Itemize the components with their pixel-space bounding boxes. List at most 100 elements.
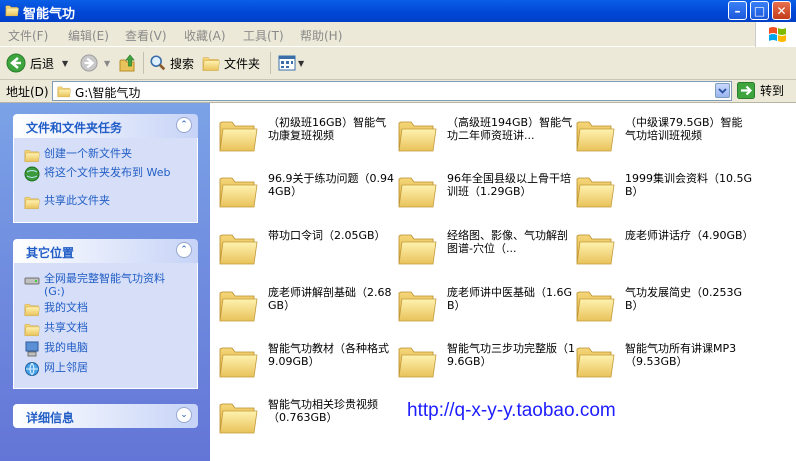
place-my-computer-label: 我的电脑 [44, 341, 88, 354]
folder-label: 智能气功所有讲课MP3（9.53GB） [625, 342, 737, 368]
views-button[interactable]: ▼ [278, 52, 304, 74]
folders-button[interactable]: 文件夹 [202, 52, 260, 74]
window-title: 智能气功 [23, 7, 76, 22]
folder-label: （高级班194GB）智能气功二年师资班讲... [447, 116, 573, 142]
address-label: 地址(D) [6, 85, 49, 99]
back-dropdown-icon[interactable]: ▼ [62, 59, 68, 68]
folder-icon [575, 227, 615, 267]
folder-item[interactable]: 带功口令词（2.05GB） [218, 224, 396, 280]
folder-label: 带功口令词（2.05GB） [268, 229, 386, 242]
folder-label: 96.9关于练功问题（0.944GB） [268, 172, 394, 198]
my-documents-icon [24, 301, 40, 317]
menu-favorites[interactable]: 收藏(A) [184, 27, 226, 44]
folders-label: 文件夹 [224, 56, 261, 71]
place-shared-documents[interactable]: 共享文档 [24, 321, 88, 337]
tasks-panel: 创建一个新文件夹 将这个文件夹发布到 Web 共享此文件夹 [13, 138, 198, 223]
globe-icon [24, 166, 40, 182]
new-folder-icon [24, 147, 40, 163]
folder-icon [4, 3, 20, 17]
toolbar-separator [270, 52, 271, 74]
folder-item[interactable]: 经络图、影像、气功解剖图谱-穴位（... [397, 224, 575, 280]
collapse-up-icon[interactable]: ⌃ [176, 117, 192, 133]
minimize-icon: – [734, 4, 741, 18]
place-network[interactable]: 网上邻居 [24, 361, 88, 377]
folder-label: 智能气功教材（各种格式9.09GB） [268, 342, 389, 368]
go-label: 转到 [760, 84, 785, 98]
place-my-documents[interactable]: 我的文档 [24, 301, 88, 317]
minimize-button[interactable]: – [728, 1, 747, 20]
menu-bar: 文件(F) 编辑(E) 查看(V) 收藏(A) 工具(T) 帮助(H) [0, 22, 796, 47]
menu-edit[interactable]: 编辑(E) [68, 27, 109, 44]
task-new-folder[interactable]: 创建一个新文件夹 [24, 147, 132, 163]
up-folder-button[interactable] [118, 52, 138, 74]
folder-label: 96年全国县级以上骨干培训班（1.29GB） [447, 172, 571, 198]
expand-down-icon[interactable]: ⌄ [176, 407, 192, 423]
folder-icon [218, 396, 258, 436]
close-icon: ✕ [776, 4, 787, 18]
folder-label: （初级班16GB）智能气功康复班视频 [268, 116, 387, 142]
task-share-folder-label: 共享此文件夹 [44, 194, 110, 207]
details-panel-title: 详细信息 [26, 411, 75, 425]
menu-help[interactable]: 帮助(H) [300, 27, 342, 44]
collapse-up-icon[interactable]: ⌃ [176, 242, 192, 258]
back-button[interactable]: 后退 ▼ [6, 52, 68, 74]
folder-item[interactable]: （中级课79.5GB）智能气功培训班视频 [575, 111, 753, 167]
folders-icon [202, 54, 220, 72]
task-publish-web[interactable]: 将这个文件夹发布到 Web [24, 166, 174, 182]
folder-label: 庞老师讲解剖基础（2.68GB） [268, 286, 392, 312]
search-icon [150, 55, 166, 71]
address-input[interactable]: G:\智能气功 [52, 81, 732, 101]
folder-icon [218, 284, 258, 324]
folder-label: 1999集训会资料（10.5GB） [625, 172, 753, 198]
maximize-button[interactable]: □ [750, 1, 769, 20]
places-panel-header[interactable]: 其它位置 ⌃ [13, 239, 198, 263]
task-share-folder[interactable]: 共享此文件夹 [24, 194, 110, 210]
folder-icon [218, 114, 258, 154]
place-drive-g[interactable]: 全网最完整智能气功资料 (G:) [24, 272, 174, 298]
folder-icon [575, 170, 615, 210]
address-bar: 地址(D) G:\智能气功 转到 [0, 80, 796, 103]
go-button[interactable]: 转到 [737, 82, 784, 99]
share-folder-icon [24, 194, 40, 210]
folder-item[interactable]: 气功发展简史（0.253GB） [575, 281, 753, 337]
folder-label: （中级课79.5GB）智能气功培训班视频 [625, 116, 743, 142]
tasks-panel-header[interactable]: 文件和文件夹任务 ⌃ [13, 114, 198, 138]
folder-item[interactable]: 96年全国县级以上骨干培训班（1.29GB） [397, 167, 575, 223]
details-panel-header[interactable]: 详细信息 ⌄ [13, 404, 198, 428]
address-dropdown-button[interactable] [715, 83, 730, 98]
watermark-url: http://q-x-y-y.taobao.com [407, 400, 616, 421]
folder-item[interactable]: 庞老师讲解剖基础（2.68GB） [218, 281, 396, 337]
folder-label: 庞老师讲中医基础（1.6GB） [447, 286, 573, 312]
place-network-label: 网上邻居 [44, 361, 88, 374]
folder-label: 智能气功三步功完整版（19.6GB） [447, 342, 575, 368]
folder-label: 气功发展简史（0.253GB） [625, 286, 743, 312]
drive-icon [24, 277, 40, 285]
folder-item[interactable]: 智能气功相关珍贵视频（0.763GB） [218, 393, 396, 449]
folder-item[interactable]: 96.9关于练功问题（0.944GB） [218, 167, 396, 223]
task-pane: 文件和文件夹任务 ⌃ 创建一个新文件夹 将这个文件夹发布到 Web 共享此文件夹… [0, 103, 210, 461]
folder-item[interactable]: 庞老师讲中医基础（1.6GB） [397, 281, 575, 337]
folder-label: 庞老师讲话疗（4.90GB） [625, 229, 754, 242]
folder-item[interactable]: 智能气功三步功完整版（19.6GB） [397, 337, 575, 393]
menu-view[interactable]: 查看(V) [125, 27, 167, 44]
places-panel-title: 其它位置 [26, 246, 75, 260]
menu-tools[interactable]: 工具(T) [243, 27, 284, 44]
folder-item[interactable]: 庞老师讲话疗（4.90GB） [575, 224, 754, 280]
forward-button[interactable]: ▼ [80, 52, 110, 74]
folder-item[interactable]: 智能气功所有讲课MP3（9.53GB） [575, 337, 753, 393]
task-publish-web-label: 将这个文件夹发布到 Web [44, 166, 171, 179]
folder-icon [575, 284, 615, 324]
folder-icon [397, 170, 437, 210]
place-my-computer[interactable]: 我的电脑 [24, 341, 88, 357]
folder-icon [397, 227, 437, 267]
toolbar: 后退 ▼ ▼ 搜索 文件夹 ▼ [0, 47, 796, 80]
folder-item[interactable]: （高级班194GB）智能气功二年师资班讲... [397, 111, 575, 167]
folder-item[interactable]: 智能气功教材（各种格式9.09GB） [218, 337, 396, 393]
folder-item[interactable]: （初级班16GB）智能气功康复班视频 [218, 111, 396, 167]
close-button[interactable]: ✕ [772, 1, 791, 20]
forward-dropdown-icon[interactable]: ▼ [104, 59, 110, 68]
menu-file[interactable]: 文件(F) [8, 27, 48, 44]
computer-icon [25, 341, 39, 357]
search-button[interactable]: 搜索 [149, 52, 194, 74]
folder-item[interactable]: 1999集训会资料（10.5GB） [575, 167, 753, 223]
